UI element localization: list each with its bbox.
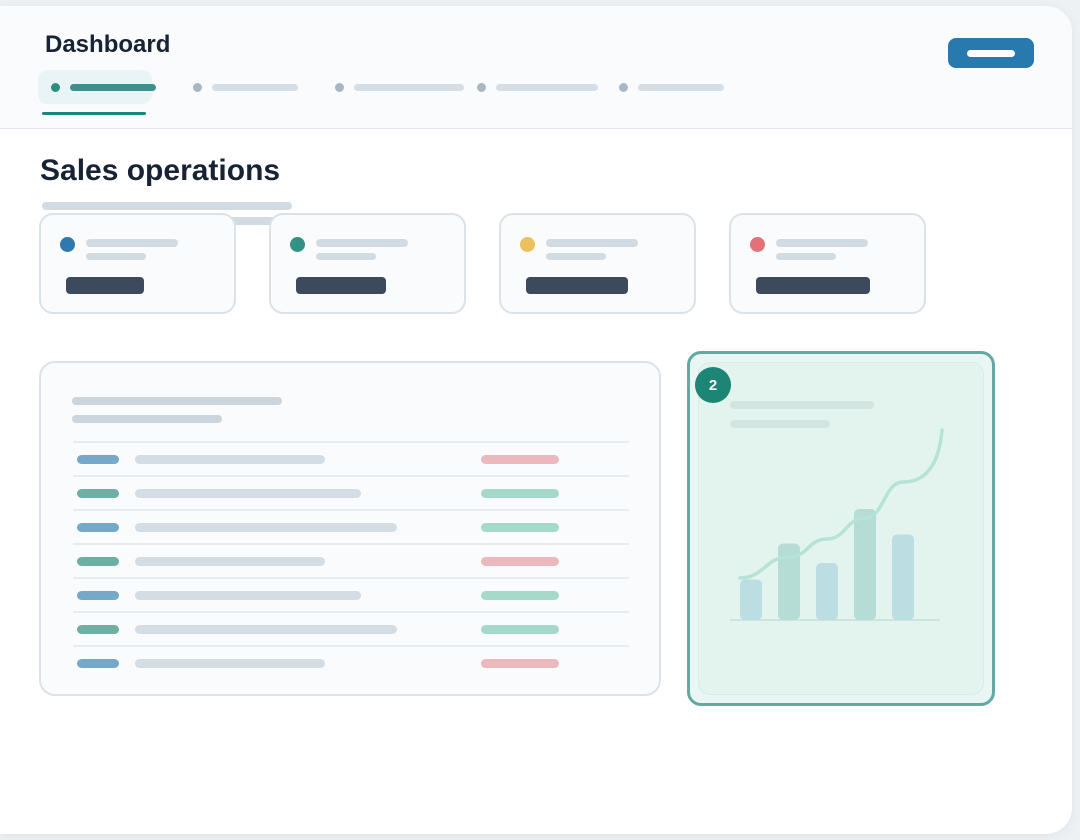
row-divider	[73, 475, 629, 477]
row-divider	[73, 611, 629, 613]
stat-label-placeholder	[316, 239, 408, 247]
tab-dot-icon	[51, 83, 60, 92]
row-text-placeholder	[135, 455, 325, 464]
row-tag	[77, 489, 119, 498]
page-title: Sales operations	[40, 154, 281, 187]
row-divider	[73, 645, 629, 647]
row-divider	[73, 577, 629, 579]
row-tag	[77, 625, 119, 634]
status-dot-icon	[60, 237, 75, 252]
chart-card[interactable]	[687, 351, 995, 706]
row-divider	[73, 543, 629, 545]
row-status-pill	[481, 659, 559, 668]
row-status-pill	[481, 455, 559, 464]
tab-dot-icon	[477, 83, 486, 92]
stat-label-placeholder	[776, 239, 868, 247]
row-text-placeholder	[135, 489, 361, 498]
nav-tab-2[interactable]	[184, 70, 304, 104]
nav-tab-5[interactable]	[610, 70, 728, 104]
data-table-card	[39, 361, 661, 696]
table-row[interactable]	[73, 577, 629, 611]
stat-value-placeholder	[526, 277, 628, 294]
row-tag	[77, 591, 119, 600]
step-number-badge: 2	[695, 367, 731, 403]
status-dot-icon	[290, 237, 305, 252]
chart-subtitle-placeholder	[730, 420, 830, 428]
row-status-pill	[481, 591, 559, 600]
table-title-placeholder	[72, 397, 282, 405]
row-divider	[73, 509, 629, 511]
row-divider	[73, 441, 629, 443]
table-row[interactable]	[73, 441, 629, 475]
stat-value-placeholder	[296, 277, 386, 294]
active-tab-indicator	[42, 112, 146, 115]
stat-sublabel-placeholder	[776, 253, 836, 260]
status-dot-icon	[520, 237, 535, 252]
row-status-pill	[481, 557, 559, 566]
stat-sublabel-placeholder	[546, 253, 606, 260]
primary-action-button[interactable]	[948, 38, 1034, 68]
table-row[interactable]	[73, 509, 629, 543]
stat-value-placeholder	[66, 277, 144, 294]
chart-card-inner	[698, 362, 984, 695]
row-tag	[77, 523, 119, 532]
row-tag	[77, 455, 119, 464]
nav-tab-3[interactable]	[326, 70, 468, 104]
primary-action-label-placeholder	[967, 50, 1015, 57]
table-row[interactable]	[73, 543, 629, 577]
stat-card-4[interactable]	[729, 213, 926, 314]
nav-tab-4[interactable]	[468, 70, 602, 104]
row-tag	[77, 557, 119, 566]
tab-label-placeholder	[496, 84, 598, 91]
table-row[interactable]	[73, 475, 629, 509]
row-tag	[77, 659, 119, 668]
stat-label-placeholder	[86, 239, 178, 247]
tab-label-placeholder	[638, 84, 724, 91]
page-subtitle-placeholder	[42, 202, 292, 210]
row-status-pill	[481, 523, 559, 532]
row-status-pill	[481, 625, 559, 634]
tab-dot-icon	[193, 83, 202, 92]
tab-label-placeholder	[354, 84, 464, 91]
row-status-pill	[481, 489, 559, 498]
app-window: Dashboard Sales operations 2	[0, 6, 1072, 834]
chart-title-placeholder	[730, 401, 874, 409]
stat-label-placeholder	[546, 239, 638, 247]
top-header: Dashboard	[0, 6, 1072, 129]
row-text-placeholder	[135, 659, 325, 668]
stat-sublabel-placeholder	[86, 253, 146, 260]
row-text-placeholder	[135, 591, 361, 600]
table-row[interactable]	[73, 611, 629, 645]
stat-sublabel-placeholder	[316, 253, 376, 260]
tab-label-placeholder	[70, 84, 156, 91]
row-text-placeholder	[135, 625, 397, 634]
table-subtitle-placeholder	[72, 415, 222, 423]
tab-dot-icon	[619, 83, 628, 92]
nav-tab-1[interactable]	[38, 70, 156, 104]
stat-card-3[interactable]	[499, 213, 696, 314]
table-row[interactable]	[73, 645, 629, 679]
row-text-placeholder	[135, 557, 325, 566]
status-dot-icon	[750, 237, 765, 252]
stat-value-placeholder	[756, 277, 870, 294]
stat-card-1[interactable]	[39, 213, 236, 314]
row-text-placeholder	[135, 523, 397, 532]
tab-label-placeholder	[212, 84, 298, 91]
stat-card-2[interactable]	[269, 213, 466, 314]
tab-dot-icon	[335, 83, 344, 92]
app-title: Dashboard	[45, 31, 171, 58]
